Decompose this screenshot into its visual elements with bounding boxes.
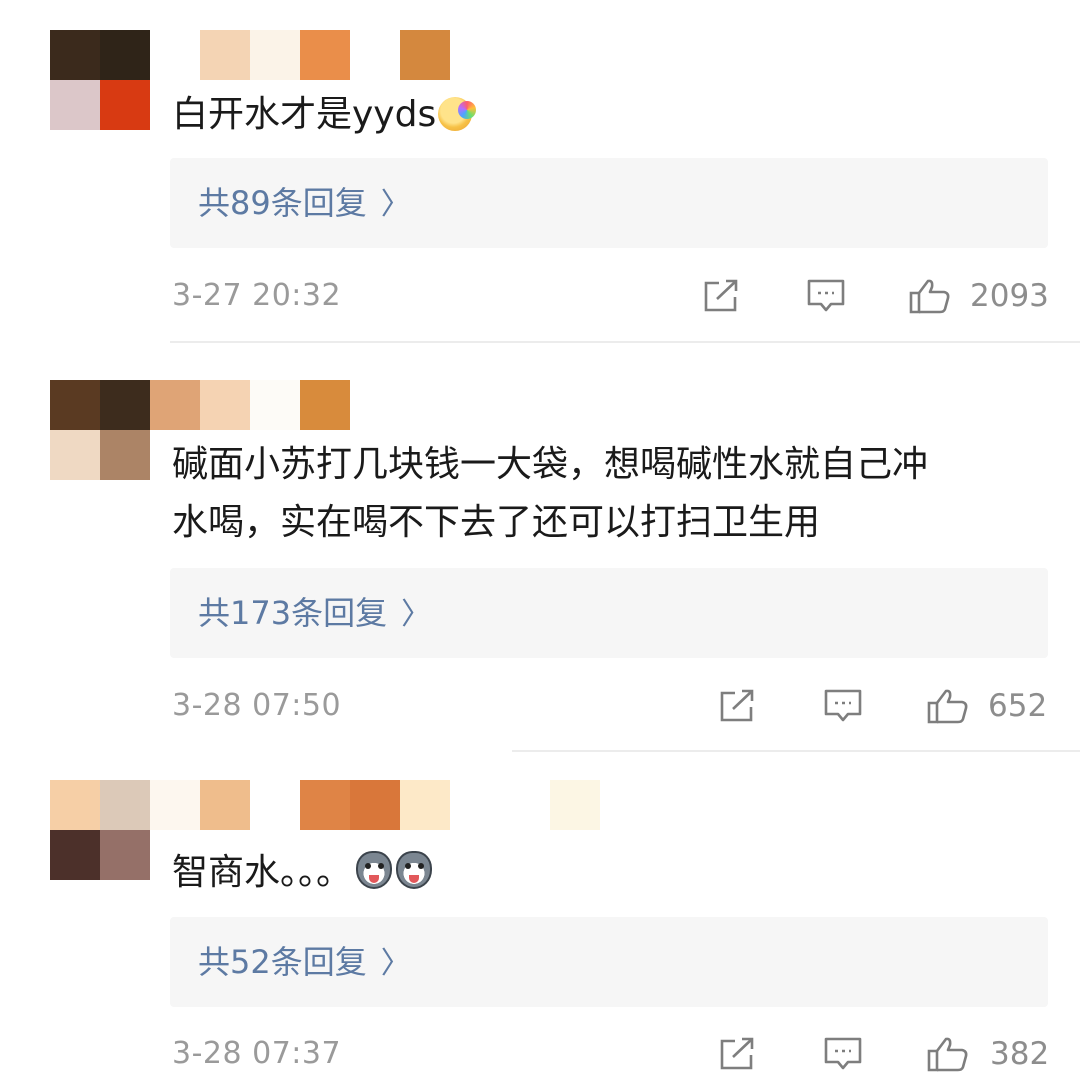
comment-timestamp: 3-27 20:32 (172, 278, 342, 313)
share-icon[interactable] (702, 278, 742, 314)
comment-text: 智商水。。。 (172, 844, 433, 902)
view-replies-link[interactable]: 共89条回复〉 (198, 158, 411, 250)
share-icon[interactable] (718, 688, 758, 724)
chevron-right-icon: 〉 (401, 597, 432, 632)
share-icon[interactable] (718, 1036, 758, 1072)
reply-thread-box[interactable]: 共52条回复〉 (170, 917, 1048, 1007)
reply-thread-box[interactable]: 共89条回复〉 (170, 158, 1048, 248)
reply-thread-box[interactable]: 共173条回复〉 (170, 568, 1048, 658)
view-replies-link[interactable]: 共173条回复〉 (198, 568, 431, 660)
chevron-right-icon: 〉 (380, 187, 411, 222)
comment-text-content: 智商水。。。 (172, 852, 353, 893)
husky-emoji-icon (396, 851, 433, 889)
chevron-right-icon: 〉 (380, 946, 411, 981)
comment-footer: 3-28 07:50 652 (0, 676, 1080, 736)
reply-count-label: 共89条回复 (198, 184, 367, 222)
comment-icon[interactable] (823, 1036, 863, 1072)
comment-text-content: 白开水才是yyds (172, 94, 437, 135)
comment-footer: 3-27 20:32 2093 (0, 266, 1080, 326)
view-replies-link[interactable]: 共52条回复〉 (198, 917, 411, 1009)
comment-text: 白开水才是yyds (172, 86, 477, 144)
like-count: 2093 (970, 278, 1049, 314)
reply-count-label: 共173条回复 (198, 594, 388, 632)
thumbs-up-icon[interactable] (908, 278, 952, 314)
comment-text: 碱面小苏打几块钱一大袋，想喝碱性水就自己冲 水喝，实在喝不下去了还可以打扫卫生用 (172, 436, 928, 552)
comment-icon[interactable] (823, 688, 863, 724)
comment-text-line: 水喝，实在喝不下去了还可以打扫卫生用 (172, 502, 821, 543)
comment-footer: 3-28 07:37 382 (0, 1024, 1080, 1084)
kissing-rainbow-emoji-icon (438, 97, 477, 131)
thumbs-up-icon[interactable] (926, 688, 970, 724)
like-count: 382 (990, 1036, 1050, 1072)
like-count: 652 (988, 688, 1048, 724)
comment-divider (512, 750, 1080, 752)
comment-timestamp: 3-28 07:37 (172, 1036, 342, 1071)
comment-divider (170, 341, 1080, 343)
comment-icon[interactable] (806, 278, 846, 314)
reply-count-label: 共52条回复 (198, 943, 367, 981)
husky-emoji-icon (356, 851, 393, 889)
comment-timestamp: 3-28 07:50 (172, 688, 342, 723)
comment-text-line: 碱面小苏打几块钱一大袋，想喝碱性水就自己冲 (172, 444, 929, 485)
thumbs-up-icon[interactable] (926, 1036, 970, 1072)
